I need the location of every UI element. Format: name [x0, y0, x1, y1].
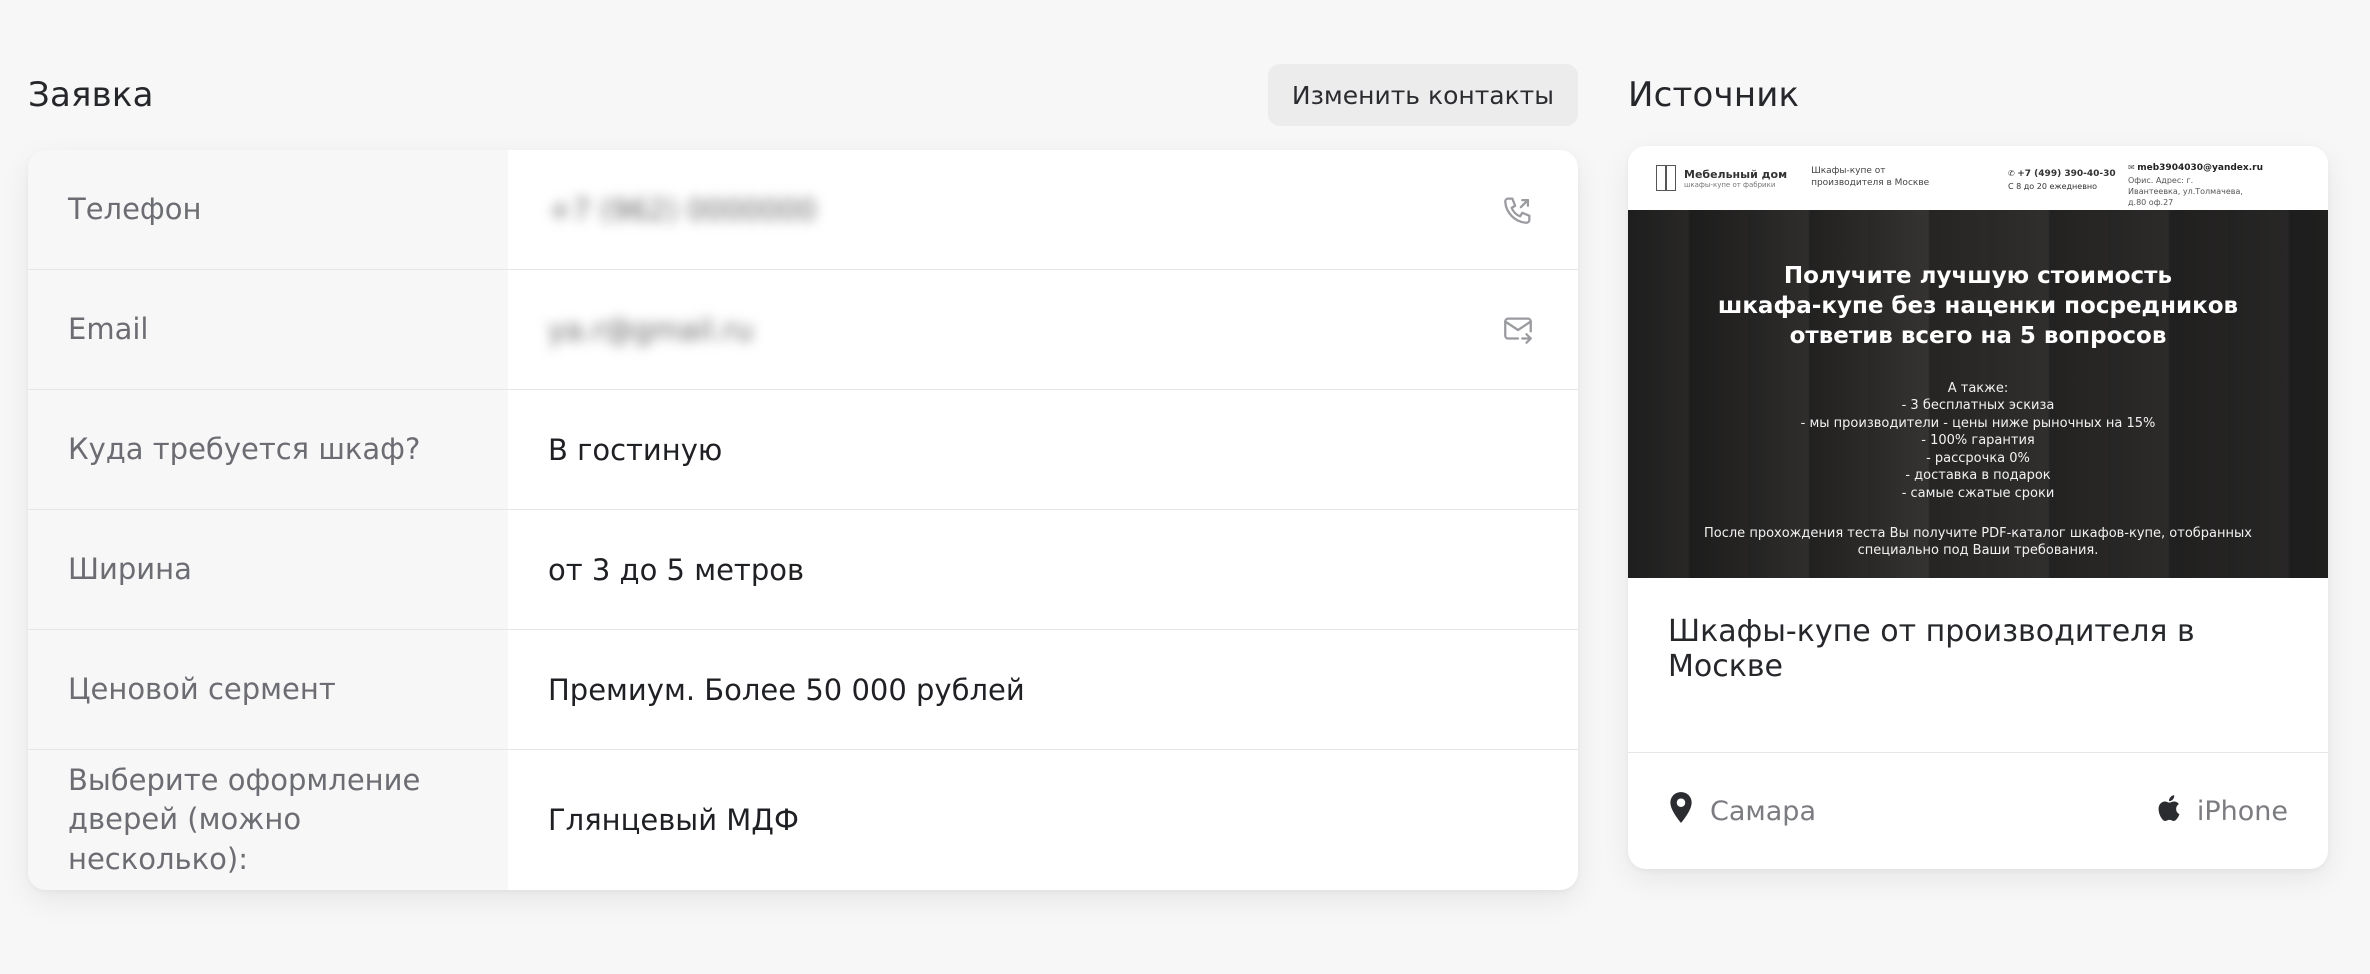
row-value: Премиум. Более 50 000 рублей — [548, 672, 1025, 707]
row-label: Выберите оформление дверей (можно нескол… — [28, 750, 508, 890]
row-label: Куда требуется шкаф? — [28, 390, 508, 509]
hero-note: После прохождения теста Вы получите PDF-… — [1704, 525, 2252, 559]
source-site-title: Шкафы-купе от производителя в Москве — [1628, 578, 2328, 753]
apple-icon — [2155, 793, 2181, 830]
location-pin-icon — [1668, 791, 1694, 832]
phone-icon: ✆ — [2008, 169, 2018, 178]
row-label: Ценовой сермент — [28, 630, 508, 749]
device-label: iPhone — [2196, 795, 2288, 827]
source-section: Источник Мебельный дом шкафы-купе от фаб… — [1628, 64, 2328, 869]
row-value: Глянцевый МДФ — [548, 803, 799, 837]
row-value: от 3 до 5 метров — [548, 552, 805, 587]
change-contacts-button[interactable]: Изменить контакты — [1267, 64, 1578, 126]
row-value-cell: Глянцевый МДФ — [508, 750, 1578, 890]
row-value-cell: от 3 до 5 метров — [508, 510, 1578, 629]
mail-icon: ✉ — [2128, 163, 2138, 172]
hero-list-item: - 3 бесплатных эскиза — [1901, 398, 2055, 414]
request-header: Заявка Изменить контакты — [28, 64, 1578, 126]
phone-value: +7 (962) 0000000 — [548, 192, 817, 227]
table-row: Ширина от 3 до 5 метров — [28, 510, 1578, 630]
preview-address: Офис. Адрес: г. Ивантеевка, ул.Толмачева… — [2128, 175, 2243, 207]
source-meta: Самара iPhone — [1628, 753, 2328, 869]
hero-list-item: - 100% гарантия — [1921, 433, 2035, 449]
landing-preview-image[interactable]: Мебельный дом шкафы-купе от фабрики Шкаф… — [1628, 146, 2328, 578]
table-row: Ценовой сермент Премиум. Более 50 000 ру… — [28, 630, 1578, 750]
preview-brand: Мебельный дом шкафы-купе от фабрики — [1656, 165, 1787, 191]
hero-list-item: - мы производители - цены ниже рыночных … — [1800, 415, 2156, 431]
table-row: Выберите оформление дверей (можно нескол… — [28, 750, 1578, 890]
hero-list: А также: - 3 бесплатных эскиза - мы прои… — [1628, 380, 2328, 503]
city-label: Самара — [1710, 795, 1816, 827]
row-label: Ширина — [28, 510, 508, 629]
row-value-cell: ya.r@gmail.ru — [508, 270, 1578, 389]
preview-tagline: Шкафы-купе от производителя в Москве — [1811, 166, 1930, 188]
preview-phone-hours: С 8 до 20 ежедневно — [2008, 181, 2098, 191]
hero-list-item: - самые сжатые сроки — [1901, 485, 2055, 501]
row-label: Email — [28, 270, 508, 389]
row-value-cell: В гостиную — [508, 390, 1578, 509]
source-city: Самара — [1668, 791, 1816, 832]
hero-list-item: А также: — [1947, 380, 2009, 396]
table-row-phone: Телефон +7 (962) 0000000 — [28, 150, 1578, 270]
source-device: iPhone — [2155, 793, 2288, 830]
request-title: Заявка — [28, 75, 154, 115]
mail-forward-icon[interactable] — [1498, 310, 1538, 350]
preview-header: Мебельный дом шкафы-купе от фабрики Шкаф… — [1628, 146, 2328, 210]
row-value-cell: +7 (962) 0000000 — [508, 150, 1578, 269]
row-value: В гостиную — [548, 432, 723, 467]
source-title: Источник — [1628, 75, 1800, 115]
preview-phone-block: ✆ +7 (499) 390-40-30 С 8 до 20 ежедневно — [2008, 168, 2116, 192]
table-row: Куда требуется шкаф? В гостиную — [28, 390, 1578, 510]
email-value: ya.r@gmail.ru — [548, 312, 754, 347]
hero-list-item: - рассрочка 0% — [1926, 450, 2030, 466]
table-row-email: Email ya.r@gmail.ru — [28, 270, 1578, 390]
row-label: Телефон — [28, 150, 508, 269]
wardrobe-logo-icon — [1656, 165, 1676, 191]
request-card: Телефон +7 (962) 0000000 Email ya.r@gmai… — [28, 150, 1578, 890]
source-header: Источник — [1628, 64, 2328, 126]
preview-brand-name: Мебельный дом — [1684, 167, 1788, 181]
hero-title: Получите лучшую стоимость шкафа-купе без… — [1717, 263, 2239, 349]
preview-hero: Получите лучшую стоимость шкафа-купе без… — [1628, 210, 2328, 578]
preview-brand-sub: шкафы-купе от фабрики — [1684, 180, 1776, 189]
row-value-cell: Премиум. Более 50 000 рублей — [508, 630, 1578, 749]
hero-list-item: - доставка в подарок — [1905, 468, 2051, 484]
preview-mail-block: ✉ meb3904030@yandex.ru Офис. Адрес: г. И… — [2128, 162, 2263, 208]
source-card: Мебельный дом шкафы-купе от фабрики Шкаф… — [1628, 146, 2328, 869]
request-section: Заявка Изменить контакты Телефон +7 (962… — [28, 64, 1578, 890]
preview-phone: +7 (499) 390-40-30 — [2017, 169, 2116, 179]
phone-outgoing-icon[interactable] — [1498, 190, 1538, 230]
preview-email: meb3904030@yandex.ru — [2137, 163, 2263, 173]
